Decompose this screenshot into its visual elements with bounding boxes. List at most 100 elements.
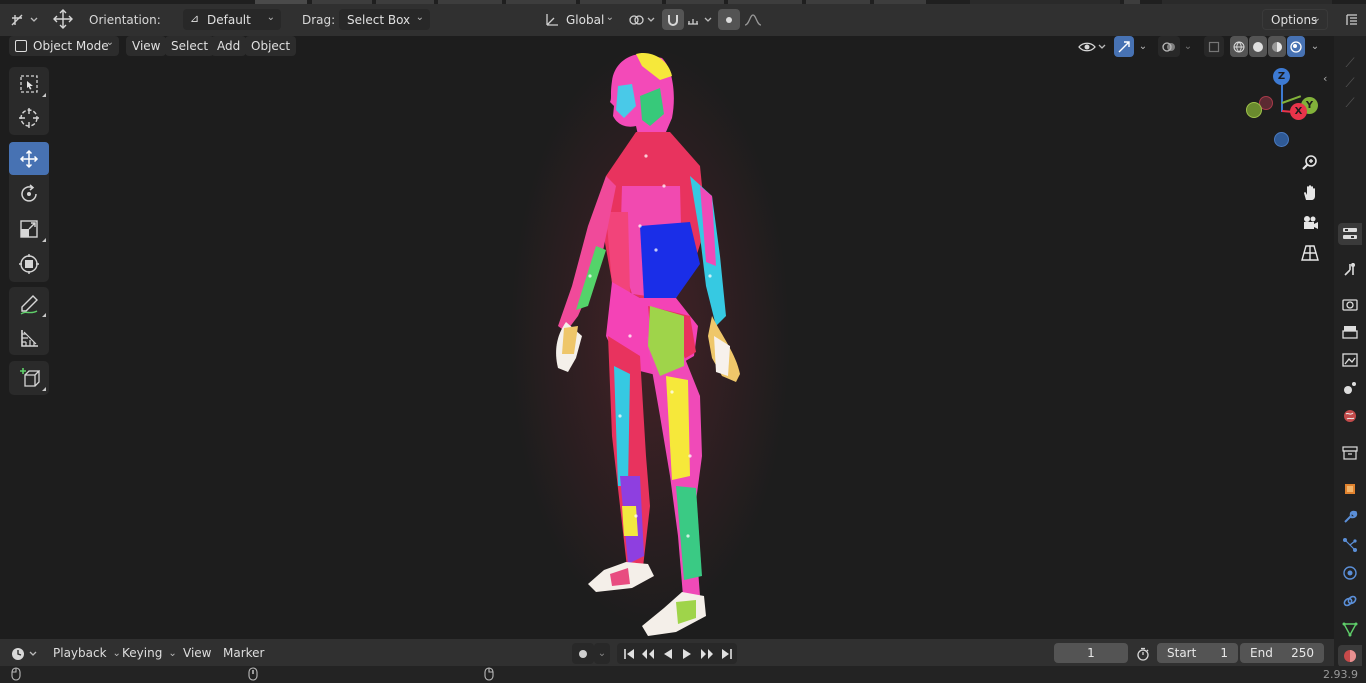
workspace-tab[interactable] xyxy=(506,0,576,4)
anatomy-model[interactable] xyxy=(0,36,1334,639)
x-axis-ball[interactable]: X xyxy=(1290,103,1307,120)
falloff-dropdown[interactable] xyxy=(740,9,766,30)
negative-y-ball[interactable] xyxy=(1246,102,1262,118)
scene-properties-icon[interactable] xyxy=(1338,377,1362,399)
world-properties-icon[interactable] xyxy=(1338,405,1362,427)
modifier-wrench-icon[interactable] xyxy=(1338,506,1362,528)
end-frame-field[interactable]: End 250 xyxy=(1240,643,1324,663)
workspace-tab-active[interactable] xyxy=(255,0,307,4)
menu-timeline-view[interactable]: View xyxy=(178,643,216,663)
camera-view-icon[interactable] xyxy=(1298,211,1322,235)
wireframe-shading-button[interactable] xyxy=(1230,36,1248,57)
solid-shading-button[interactable] xyxy=(1249,36,1267,57)
snap-toggle[interactable] xyxy=(662,9,684,30)
stopwatch-icon[interactable] xyxy=(1133,643,1153,664)
proportional-editing-toggle[interactable] xyxy=(718,9,740,30)
play-icon[interactable] xyxy=(677,643,697,664)
outliner-toggle[interactable] xyxy=(1340,9,1364,30)
render-properties-icon[interactable] xyxy=(1338,293,1362,315)
scene-field[interactable] xyxy=(970,0,1120,4)
version-label: 2.93.9 xyxy=(1323,668,1358,681)
auto-keying-toggle[interactable] xyxy=(572,643,594,664)
sidebar-toggle-icon[interactable]: ‹ xyxy=(1323,72,1327,85)
view-layer-properties-icon[interactable] xyxy=(1338,349,1362,371)
material-shading-button[interactable] xyxy=(1268,36,1286,57)
select-box-tool[interactable] xyxy=(9,67,49,100)
visibility-dropdown[interactable] xyxy=(1076,36,1108,57)
toolbar-group-select xyxy=(9,67,49,135)
drag-dropdown[interactable]: Select Box ⌄ xyxy=(339,9,430,30)
workspace-tab[interactable] xyxy=(728,0,802,4)
object-properties-icon[interactable] xyxy=(1338,478,1362,500)
rendered-shading-button[interactable] xyxy=(1287,36,1305,57)
properties-editor-icon[interactable] xyxy=(1338,223,1362,245)
workspace-tab[interactable] xyxy=(312,0,372,4)
workspace-tab[interactable] xyxy=(580,0,662,4)
gizmo-toggle[interactable] xyxy=(1114,36,1134,57)
chevron-down-icon[interactable]: ⌄ xyxy=(1134,36,1152,57)
overlay-toggle[interactable] xyxy=(1158,36,1180,57)
menu-object[interactable]: Object xyxy=(245,36,297,56)
xray-toggle[interactable] xyxy=(1204,36,1224,57)
menu-marker[interactable]: Marker xyxy=(218,643,269,663)
tool-properties-icon[interactable] xyxy=(1338,258,1362,280)
z-axis-ball[interactable]: Z xyxy=(1273,68,1290,85)
measure-tool[interactable] xyxy=(9,321,49,354)
chevron-down-icon[interactable]: ⌄ xyxy=(1180,36,1196,57)
constraints-icon[interactable] xyxy=(1338,590,1362,612)
jump-to-keyframe-forward-icon[interactable] xyxy=(697,643,717,664)
options-dropdown[interactable]: Options ⌄ xyxy=(1262,9,1328,30)
timeline-editor-type-button[interactable] xyxy=(8,643,40,664)
collection-properties-icon[interactable] xyxy=(1338,442,1362,464)
workspace-tab[interactable] xyxy=(438,0,502,4)
tool-settings-icon[interactable]: ⟋ xyxy=(1338,52,1362,74)
workspace-tab[interactable] xyxy=(666,0,724,4)
jump-to-end-icon[interactable] xyxy=(717,643,737,664)
material-properties-icon[interactable] xyxy=(1338,645,1362,667)
proportional-dot-icon xyxy=(726,16,732,23)
menu-view[interactable]: View xyxy=(126,36,167,56)
menu-add[interactable]: Add xyxy=(211,36,247,56)
tool-settings-icon[interactable]: ⟋ xyxy=(1338,72,1362,94)
play-reverse-icon[interactable] xyxy=(658,643,678,664)
3d-viewport[interactable] xyxy=(0,36,1334,639)
output-properties-icon[interactable] xyxy=(1338,321,1362,343)
chevron-down-icon[interactable]: ⌄ xyxy=(594,643,610,664)
particles-icon[interactable] xyxy=(1338,534,1362,556)
move-tool-icon[interactable] xyxy=(50,8,76,29)
hand-pan-icon[interactable] xyxy=(1298,181,1322,205)
transform-tool[interactable] xyxy=(9,247,49,280)
workspace-tab[interactable] xyxy=(874,0,926,4)
view-layer-field[interactable] xyxy=(1162,0,1332,4)
scale-tool[interactable] xyxy=(9,212,49,245)
add-cube-tool[interactable] xyxy=(9,361,49,394)
chevron-down-icon[interactable]: ⌄ xyxy=(1306,36,1324,57)
orientation-dropdown[interactable]: ⊿ Default ⌄ xyxy=(183,9,281,30)
current-frame-field[interactable]: 1 xyxy=(1054,643,1128,663)
workspace-tab[interactable] xyxy=(376,0,434,4)
menu-select[interactable]: Select xyxy=(165,36,215,56)
object-data-icon[interactable] xyxy=(1338,618,1362,640)
pivot-point-button[interactable] xyxy=(626,9,658,30)
editor-type-button[interactable] xyxy=(7,9,41,30)
menu-keying[interactable]: Keying ⌄ xyxy=(117,643,182,663)
zoom-icon[interactable] xyxy=(1298,151,1322,175)
jump-to-keyframe-back-icon[interactable] xyxy=(638,643,658,664)
mode-dropdown[interactable]: Object Mode ⌄ xyxy=(9,36,119,56)
cursor-tool[interactable] xyxy=(9,101,49,134)
tool-settings-icon[interactable]: ⟋ xyxy=(1338,92,1362,114)
menu-playback[interactable]: Playback ⌄ xyxy=(48,643,126,663)
scene-button[interactable] xyxy=(1124,0,1140,4)
physics-icon[interactable] xyxy=(1338,562,1362,584)
snap-target-dropdown[interactable] xyxy=(684,9,716,30)
negative-z-ball[interactable] xyxy=(1274,132,1289,147)
jump-to-start-icon[interactable] xyxy=(619,643,639,664)
workspace-tab[interactable] xyxy=(806,0,870,4)
magnet-icon xyxy=(668,14,678,26)
transform-orientation-dropdown[interactable]: Global ⌄ xyxy=(540,9,620,30)
move-tool[interactable] xyxy=(9,142,49,175)
start-frame-field[interactable]: Start 1 xyxy=(1157,643,1238,663)
rotate-tool[interactable] xyxy=(9,177,49,210)
annotate-tool[interactable] xyxy=(9,287,49,320)
perspective-grid-icon[interactable] xyxy=(1298,241,1322,265)
